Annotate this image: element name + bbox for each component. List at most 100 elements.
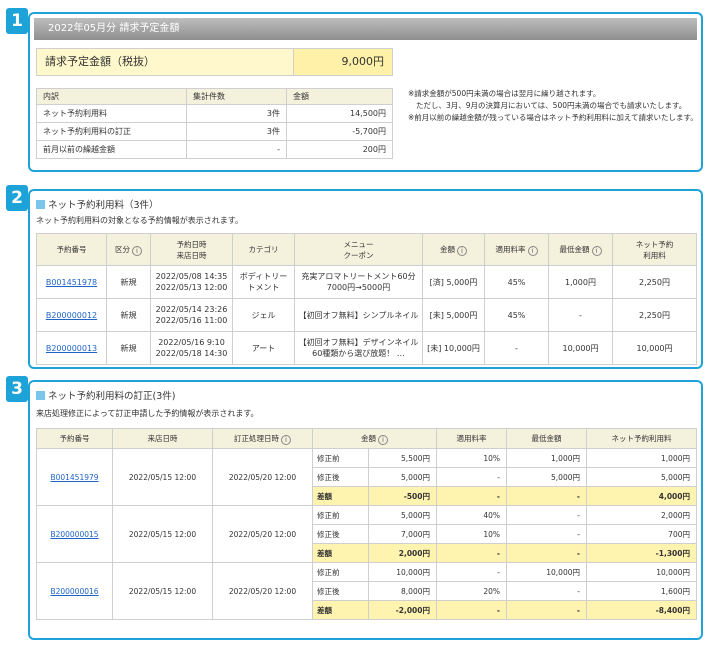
cell-minimum: 5,000円 [506, 467, 587, 487]
note-1: ※請求金額が500円未満の場合は翌月に繰り越されます。 [408, 89, 601, 98]
billing-summary-panel: 2022年05月分 請求予定金額 請求予定金額（税抜） 9,000円 内訳 集計… [28, 12, 703, 172]
col-reservation-id: 予約番号 [36, 233, 107, 266]
billing-notes: ※請求金額が500円未満の場合は翌月に繰り越されます。 ただし、3月、9月の決算… [408, 88, 698, 124]
row-amount: -5,700円 [286, 122, 393, 141]
cell-visit: 2022/05/15 12:00 [112, 448, 213, 506]
info-icon[interactable]: i [457, 245, 467, 256]
cell-category: ボディトリートメント [232, 265, 295, 299]
cell-rate: 20% [436, 581, 507, 601]
col-net-fee: ネット予約利用料 [612, 233, 697, 266]
cell-category: ジェル [232, 298, 295, 332]
col-minimum: 最低金額 i [548, 233, 613, 266]
billing-total-label: 請求予定金額（税抜） [37, 49, 293, 75]
cell-minimum: - [506, 543, 587, 563]
cell-fee: 2,000円 [586, 505, 697, 525]
reservation-link[interactable]: B200000015 [50, 530, 98, 539]
cell-fee: 2,250円 [612, 265, 697, 299]
col-amount: 金額 i [312, 428, 437, 449]
section-description: 来店処理修正によって訂正申請した予約情報が表示されます。 [36, 409, 259, 418]
cell-rate: 10% [436, 448, 507, 468]
reservation-link[interactable]: B200000013 [46, 344, 97, 353]
reservation-link[interactable]: B001451978 [46, 278, 97, 287]
info-icon[interactable]: i [132, 245, 142, 256]
cell-corrected: 2022/05/20 12:00 [212, 505, 313, 563]
row-label: 修正前 [312, 562, 369, 582]
net-reservation-fee-panel: ネット予約利用料（3件） ネット予約利用料の対象となる予約情報が表示されます。 … [28, 189, 703, 369]
col-menu-coupon: メニュー クーポン [294, 233, 423, 266]
cell-fee: 5,000円 [586, 467, 697, 487]
table-row: B200000013 新規 2022/05/16 9:10 2022/05/18 … [36, 331, 697, 365]
row-count: 3件 [186, 122, 287, 141]
cell-rate: 45% [484, 265, 549, 299]
col-datetimes: 予約日時 来店日時 [150, 233, 233, 266]
col-net-fee: ネット予約利用料 [586, 428, 697, 449]
table-row: B001451978 新規 2022/05/08 14:35 2022/05/13… [36, 265, 697, 299]
billing-breakdown-table: 内訳 集計件数 金額 ネット予約利用料 3件 14,500円 ネット予約利用料の… [36, 88, 393, 159]
row-count: 3件 [186, 104, 287, 123]
table-row: B001451979 2022/05/15 12:00 2022/05/20 1… [36, 448, 697, 506]
cell-menu: 充実アロマトリートメント60分 7000円→5000円 [294, 265, 423, 299]
col-minimum: 最低金額 [506, 428, 587, 449]
cell-type: 新規 [106, 265, 151, 299]
cell-datetimes: 2022/05/08 14:35 2022/05/13 12:00 [150, 265, 233, 299]
cell-type: 新規 [106, 331, 151, 365]
cell-visit: 2022/05/15 12:00 [112, 562, 213, 620]
table-row: ネット予約利用料 3件 14,500円 [36, 104, 393, 123]
row-label: 修正後 [312, 581, 369, 601]
reservation-link[interactable]: B001451979 [50, 473, 98, 482]
col-count: 集計件数 [186, 88, 287, 105]
info-icon[interactable]: i [378, 434, 388, 445]
cell-fee: 1,600円 [586, 581, 697, 601]
square-bullet-icon [36, 391, 45, 400]
cell-fee: 2,250円 [612, 298, 697, 332]
cell-amount: -2,000円 [368, 600, 437, 620]
info-icon[interactable]: i [591, 245, 602, 256]
info-icon[interactable]: i [527, 245, 538, 256]
reservation-link[interactable]: B200000012 [46, 311, 97, 320]
row-label: 差額 [312, 543, 369, 563]
cell-minimum: - [506, 505, 587, 525]
col-rate: 適用料率 [436, 428, 507, 449]
cell-price: [未] 5,000円 [422, 298, 485, 332]
cell-amount: 5,000円 [368, 505, 437, 525]
cell-datetimes: 2022/05/16 9:10 2022/05/18 14:30 [150, 331, 233, 365]
cell-menu: 【初回オフ無料】シンプルネイル [294, 298, 423, 332]
row-label: 差額 [312, 486, 369, 506]
col-visit: 来店日時 [112, 428, 213, 449]
col-type: 区分 i [106, 233, 151, 266]
col-price: 金額 i [422, 233, 485, 266]
col-rate: 適用料率 i [484, 233, 549, 266]
cell-rate: 40% [436, 505, 507, 525]
cell-minimum: - [506, 486, 587, 506]
row-count: - [186, 140, 287, 159]
row-label: 前月以前の繰越金額 [36, 140, 187, 159]
cell-minimum: 10,000円 [506, 562, 587, 582]
cell-minimum: 1,000円 [548, 265, 613, 299]
billing-month-header: 2022年05月分 請求予定金額 [34, 18, 697, 40]
row-label: ネット予約利用料の訂正 [36, 122, 187, 141]
table-row: B200000012 新規 2022/05/14 23:26 2022/05/16… [36, 298, 697, 332]
cell-minimum: 10,000円 [548, 331, 613, 365]
cell-price: [未] 10,000円 [422, 331, 485, 365]
row-amount: 14,500円 [286, 104, 393, 123]
cell-corrected: 2022/05/20 12:00 [212, 448, 313, 506]
cell-type: 新規 [106, 298, 151, 332]
cell-amount: 8,000円 [368, 581, 437, 601]
cell-rate: - [484, 331, 549, 365]
cell-minimum: - [548, 298, 613, 332]
section-badge-1: 1 [6, 8, 28, 34]
cell-visit: 2022/05/15 12:00 [112, 505, 213, 563]
col-category: カテゴリ [232, 233, 295, 266]
table-row: ネット予約利用料の訂正 3件 -5,700円 [36, 122, 393, 141]
cell-fee: 1,000円 [586, 448, 697, 468]
reservation-link[interactable]: B200000016 [50, 587, 98, 596]
cell-amount: 5,500円 [368, 448, 437, 468]
section-badge-2: 2 [6, 185, 28, 211]
info-icon[interactable]: i [281, 434, 291, 445]
fee-correction-panel: ネット予約利用料の訂正(3件) 来店処理修正によって訂正申請した予約情報が表示さ… [28, 380, 703, 640]
cell-fee: 10,000円 [612, 331, 697, 365]
table-row: B200000015 2022/05/15 12:00 2022/05/20 1… [36, 505, 697, 563]
cell-fee: -8,400円 [586, 600, 697, 620]
note-2: ただし、3月、9月の決算月においては、500円未満の場合でも請求いたします。 [416, 101, 687, 110]
cell-corrected: 2022/05/20 12:00 [212, 562, 313, 620]
